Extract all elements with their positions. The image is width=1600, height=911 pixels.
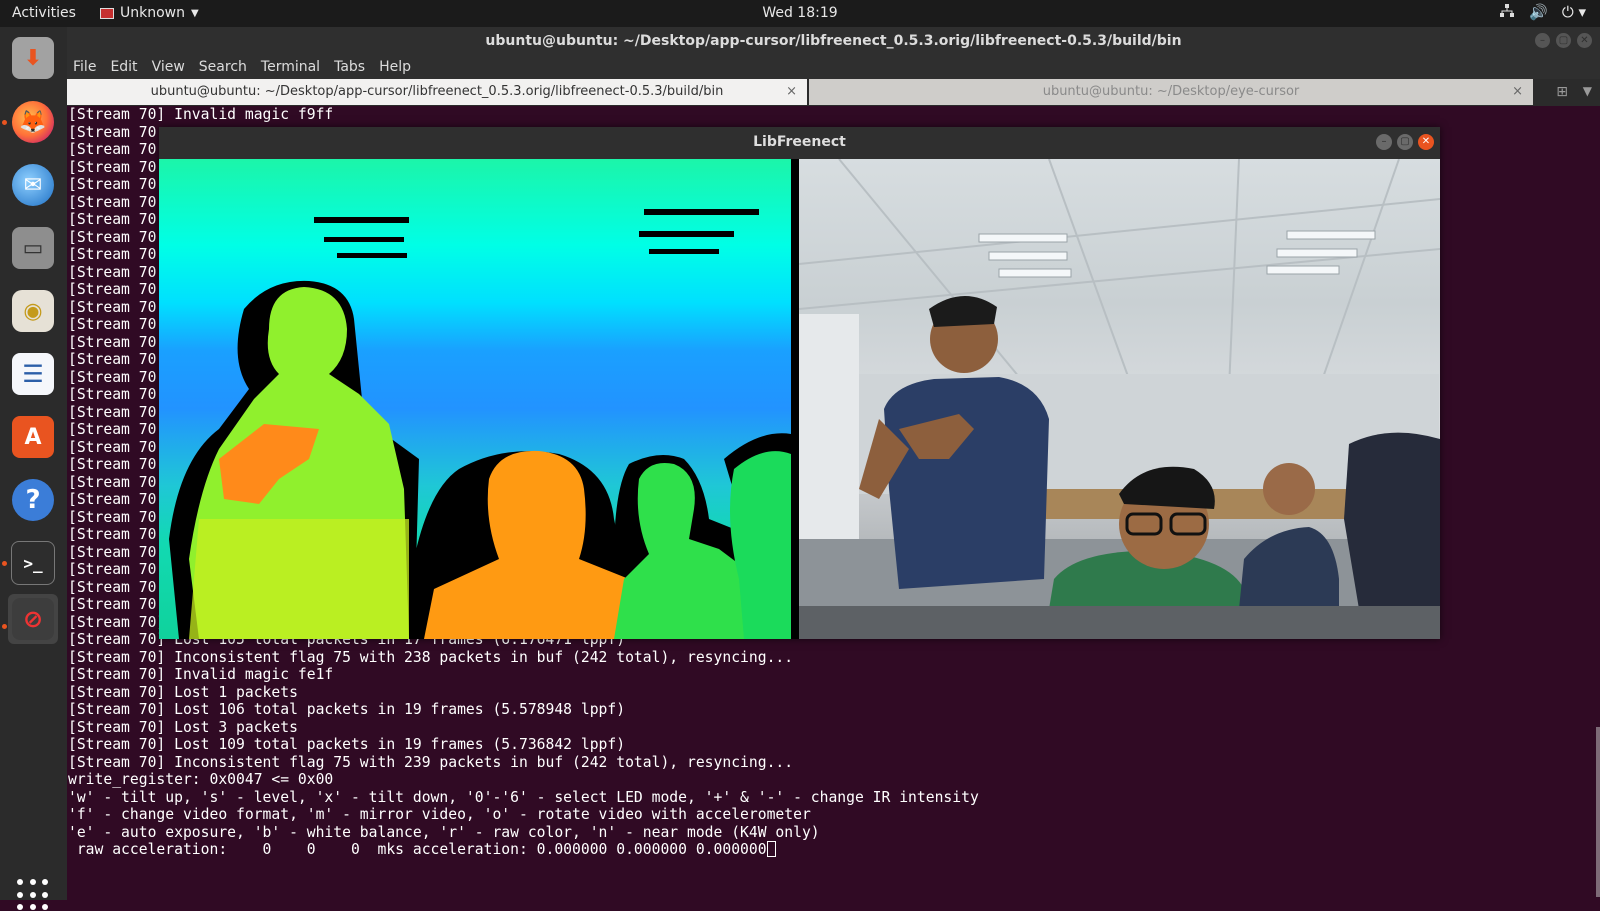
show-applications-icon[interactable] xyxy=(17,879,49,911)
menu-edit[interactable]: Edit xyxy=(110,55,137,79)
terminal-line: 'f' - change video format, 'm' - mirror … xyxy=(68,806,811,823)
writer-launcher[interactable]: ☰ xyxy=(8,349,58,399)
tabs-menu-icon[interactable]: ▼ xyxy=(1583,84,1592,98)
rgb-camera-image xyxy=(799,159,1440,639)
thunderbird-launcher[interactable]: ✉ xyxy=(8,160,58,210)
tab-libfreenect-bin[interactable]: ubuntu@ubuntu: ~/Desktop/app-cursor/libf… xyxy=(67,79,807,105)
tab-eye-cursor[interactable]: ubuntu@ubuntu: ~/Desktop/eye-cursor × xyxy=(809,79,1533,105)
blocked-app-icon: ⊘ xyxy=(12,598,54,640)
text-cursor xyxy=(766,841,776,857)
close-icon[interactable]: ✕ xyxy=(1577,33,1592,48)
maximize-icon[interactable]: ▢ xyxy=(1397,134,1413,150)
terminal-launcher[interactable]: >_ xyxy=(8,538,58,588)
view-separator xyxy=(791,159,799,639)
terminal-line: write_register: 0x0047 <= 0x00 xyxy=(68,771,334,788)
menu-help[interactable]: Help xyxy=(379,55,411,79)
terminal-line: [Stream 70] Invalid magic f9ff xyxy=(68,106,334,123)
terminal-line: [Stream 70] Invalid magic fe1f xyxy=(68,666,334,683)
volume-icon[interactable]: 🔊 xyxy=(1529,3,1548,23)
depth-image xyxy=(159,159,791,639)
running-indicator xyxy=(2,561,7,566)
thunderbird-icon: ✉ xyxy=(12,164,54,206)
clock[interactable]: Wed 18:19 xyxy=(0,5,1600,21)
software-center-launcher[interactable]: A xyxy=(8,412,58,462)
menu-bar: File Edit View Search Terminal Tabs Help xyxy=(67,55,1600,79)
chevron-down-icon: ▼ xyxy=(191,7,199,19)
window-title[interactable]: LibFreenect xyxy=(159,127,1440,159)
system-tray[interactable]: 🔊 ⏻ ▾ xyxy=(1499,3,1586,23)
rhythmbox-launcher[interactable]: ◉ xyxy=(8,286,58,336)
scrollbar[interactable] xyxy=(1596,727,1600,897)
window-controls: – ▢ ✕ xyxy=(1535,33,1592,48)
libfreenect-window: LibFreenect – ▢ ✕ xyxy=(159,127,1440,639)
files-icon: ▭ xyxy=(12,227,54,269)
libfreenect-launcher[interactable]: ⊘ xyxy=(8,594,58,644)
terminal-line: [Stream 70] Inconsistent flag 75 with 23… xyxy=(68,753,794,771)
activities-button[interactable]: Activities xyxy=(12,5,76,21)
writer-icon: ☰ xyxy=(12,353,54,395)
installer-launcher[interactable]: ⬇ xyxy=(8,33,58,83)
software-center-icon: A xyxy=(12,416,54,458)
terminal-line: 'e' - auto exposure, 'b' - white balance… xyxy=(68,823,820,841)
flag-icon xyxy=(100,7,114,19)
firefox-icon: 🦊 xyxy=(12,101,54,143)
close-icon[interactable]: ✕ xyxy=(1418,134,1434,150)
firefox-launcher[interactable]: 🦊 xyxy=(8,97,58,147)
menu-terminal[interactable]: Terminal xyxy=(261,55,320,79)
tab-bar: ubuntu@ubuntu: ~/Desktop/app-cursor/libf… xyxy=(67,79,1600,106)
power-icon[interactable]: ⏻ ▾ xyxy=(1562,3,1586,23)
tab-label: ubuntu@ubuntu: ~/Desktop/app-cursor/libf… xyxy=(150,84,724,99)
menu-search[interactable]: Search xyxy=(199,55,247,79)
rhythmbox-icon: ◉ xyxy=(12,290,54,332)
terminal-line: [Stream 70] Lost 3 packets xyxy=(68,718,298,736)
help-icon: ? xyxy=(12,479,54,521)
maximize-icon[interactable]: ▢ xyxy=(1556,33,1571,48)
help-launcher[interactable]: ? xyxy=(8,475,58,525)
minimize-icon[interactable]: – xyxy=(1376,134,1392,150)
terminal-icon: >_ xyxy=(11,541,55,585)
keyboard-layout-indicator[interactable]: Unknown ▼ xyxy=(100,5,199,21)
terminal-line: [Stream 70] Inconsistent flag 75 with 23… xyxy=(68,648,794,666)
menu-file[interactable]: File xyxy=(73,55,96,79)
running-indicator xyxy=(2,120,7,125)
window-title[interactable]: ubuntu@ubuntu: ~/Desktop/app-cursor/libf… xyxy=(67,27,1600,55)
running-indicator xyxy=(2,624,7,629)
window-controls: – ▢ ✕ xyxy=(1376,134,1434,150)
menu-view[interactable]: View xyxy=(152,55,185,79)
minimize-icon[interactable]: – xyxy=(1535,33,1550,48)
installer-icon: ⬇ xyxy=(12,37,54,79)
tab-label: ubuntu@ubuntu: ~/Desktop/eye-cursor xyxy=(1042,84,1300,99)
close-tab-icon[interactable]: × xyxy=(786,79,797,105)
menu-tabs[interactable]: Tabs xyxy=(334,55,365,79)
files-launcher[interactable]: ▭ xyxy=(8,223,58,273)
terminal-line: [Stream 70] Lost 1 packets xyxy=(68,683,298,701)
top-bar: Activities Unknown ▼ Wed 18:19 🔊 ⏻ ▾ xyxy=(0,0,1600,27)
terminal-line: [Stream 70] Lost 109 total packets in 19… xyxy=(68,736,626,753)
keyboard-layout-label: Unknown xyxy=(120,5,185,21)
new-tab-icon[interactable]: ⊞ xyxy=(1556,84,1568,100)
dock: ⬇ 🦊 ✉ ▭ ◉ ☰ A ? >_ ⊘ xyxy=(0,27,67,911)
network-icon[interactable] xyxy=(1499,3,1515,23)
close-tab-icon[interactable]: × xyxy=(1512,79,1523,105)
terminal-line: raw acceleration: 0 0 0 mks acceleration… xyxy=(68,841,1588,859)
terminal-line: 'w' - tilt up, 's' - level, 'x' - tilt d… xyxy=(68,788,979,806)
terminal-line: [Stream 70] Lost 106 total packets in 19… xyxy=(68,701,626,718)
